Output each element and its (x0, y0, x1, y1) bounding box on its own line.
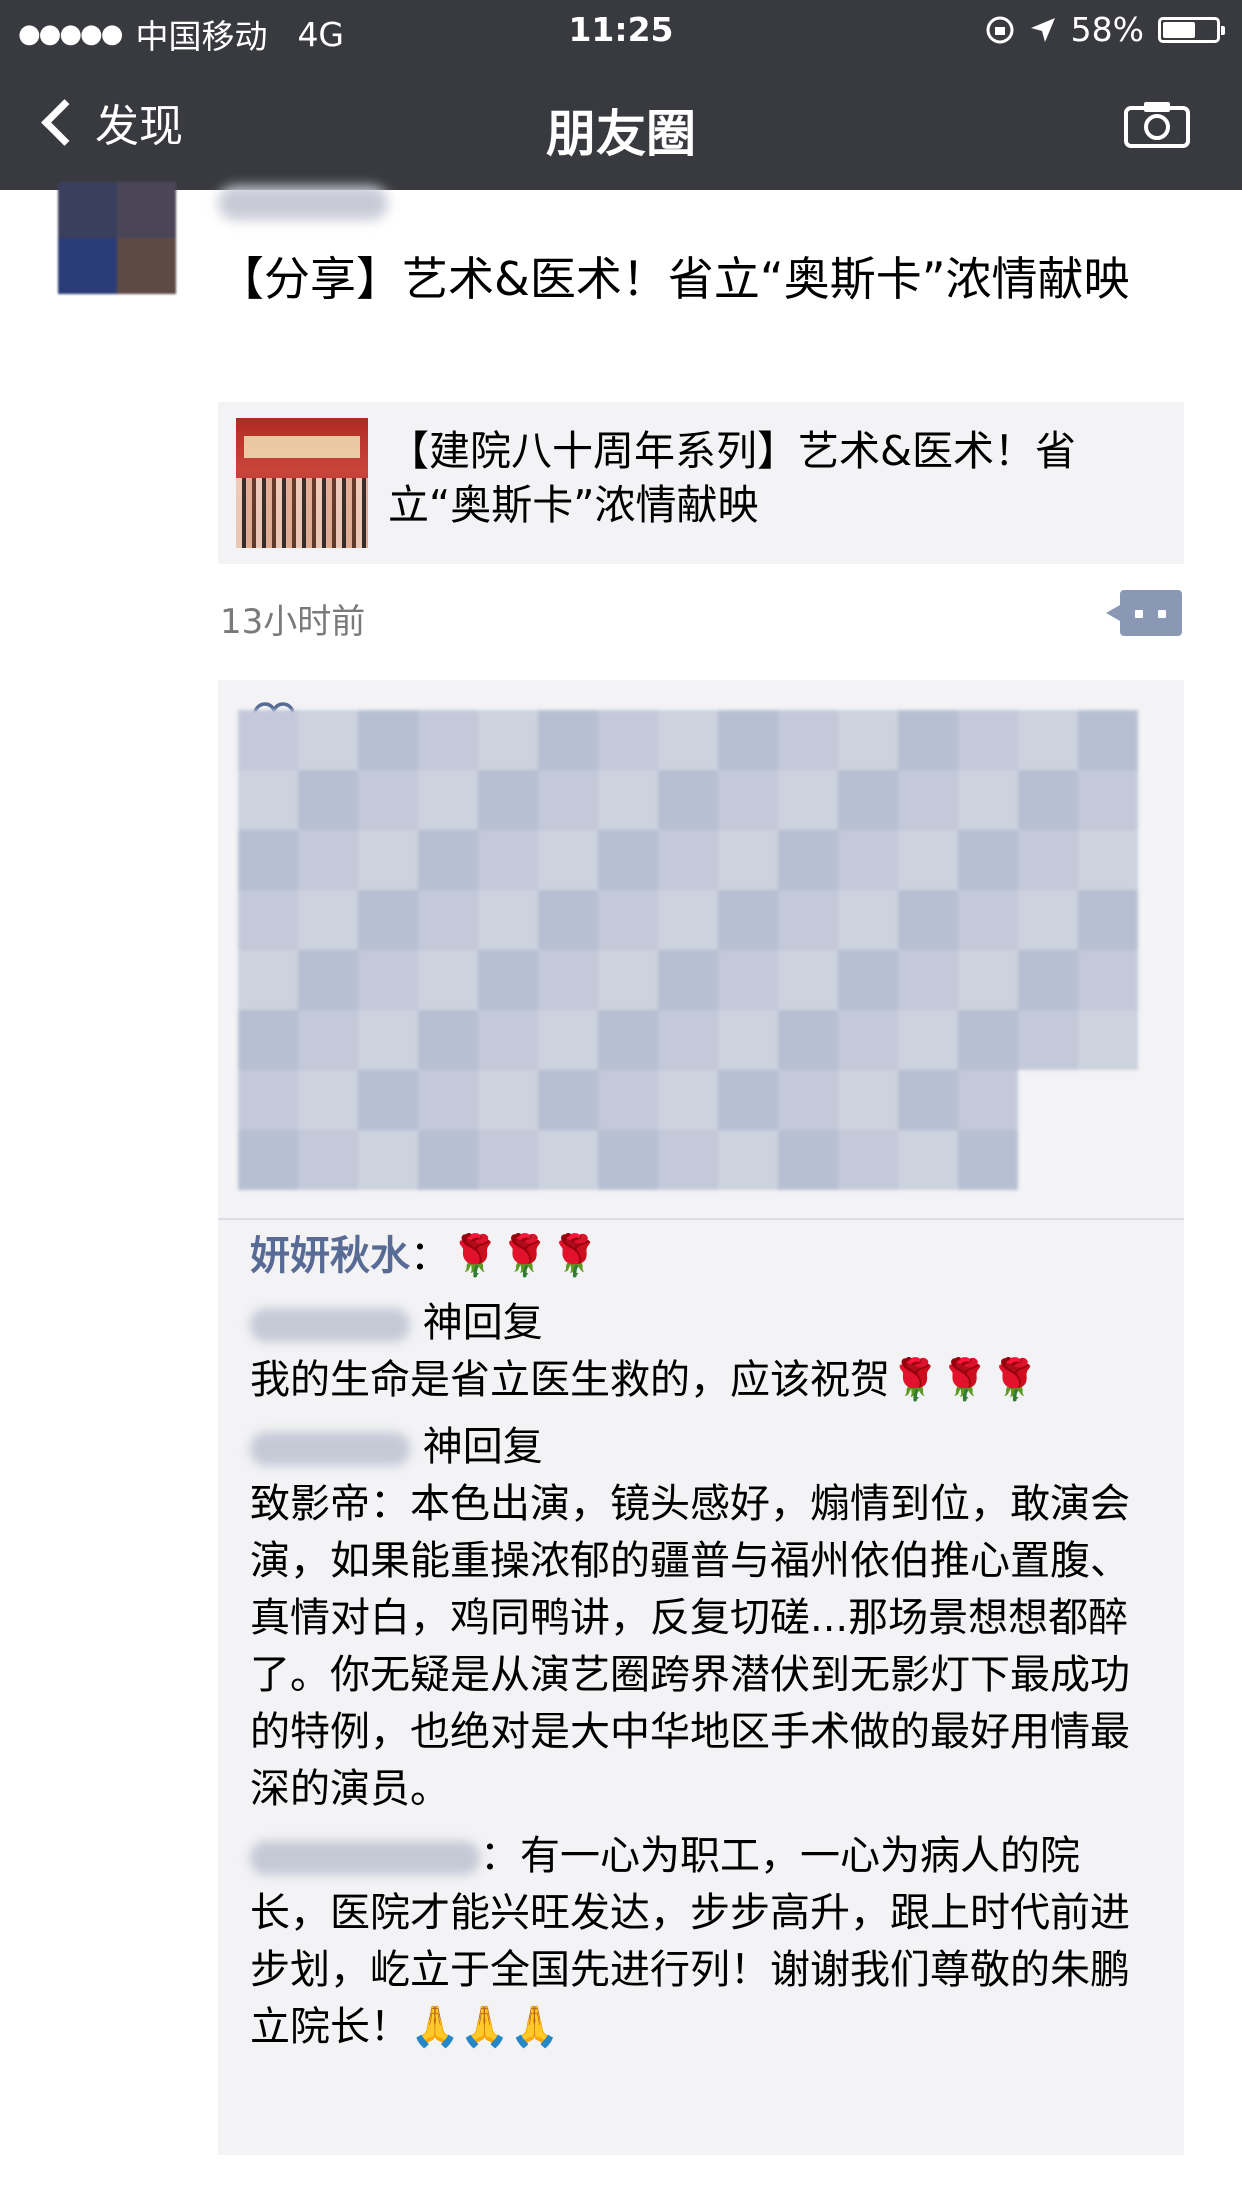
author-name-redacted[interactable] (218, 186, 388, 220)
link-thumbnail (236, 418, 368, 548)
comment-text: 致影帝：本色出演，镜头感好，煽情到位，敢演会演，如果能重操浓郁的疆普与福州依伯推… (250, 1481, 1130, 1812)
likes-list-redacted (238, 710, 1158, 1310)
top-bar: ●●●●● 中国移动 4G 11:25 58% 发现 朋友圈 (0, 0, 1242, 190)
avatar[interactable] (58, 182, 176, 294)
comment-list: 妍妍秋水：🌹🌹🌹 神回复 我的生命是省立医生救的，应该祝贺🌹🌹🌹 神回复 致影帝… (250, 1228, 1150, 2066)
comment-text: 我的生命是省立医生救的，应该祝贺🌹🌹🌹 (250, 1357, 1040, 1403)
navigation-bar: 发现 朋友圈 (0, 60, 1242, 190)
lock-rotation-icon (986, 16, 1014, 43)
post-text: 【分享】艺术&医术！省立“奥斯卡”浓情献映 (218, 252, 1130, 306)
comment-item[interactable]: 神回复 致影帝：本色出演，镜头感好，煽情到位，敢演会演，如果能重操浓郁的疆普与福… (250, 1419, 1150, 1818)
status-bar: ●●●●● 中国移动 4G 11:25 58% (0, 0, 1242, 60)
camera-icon[interactable] (1124, 100, 1190, 148)
nickname-redacted[interactable] (250, 1432, 410, 1466)
divider (218, 1218, 1184, 1220)
comment-more-icon[interactable] (1106, 590, 1182, 636)
comment-item[interactable]: 神回复 我的生命是省立医生救的，应该祝贺🌹🌹🌹 (250, 1295, 1150, 1409)
comment-item[interactable]: 妍妍秋水：🌹🌹🌹 (250, 1228, 1150, 1285)
post-timestamp: 13小时前 (220, 602, 366, 642)
link-title: 【建院八十周年系列】艺术&医术！省立“奥斯卡”浓情献映 (388, 427, 1076, 529)
location-arrow-icon (1030, 17, 1055, 42)
nickname-redacted[interactable] (250, 1308, 410, 1342)
comment-item[interactable]: ：有一心为职工，一心为病人的院长，医院才能兴旺发达，步步高升，跟上时代前进步划，… (250, 1828, 1150, 2056)
comment-header: 神回复 (422, 1424, 543, 1470)
page-title: 朋友圈 (546, 105, 696, 163)
battery-icon (1158, 16, 1225, 43)
battery-percent: 58% (1070, 10, 1144, 49)
nickname-redacted[interactable] (250, 1841, 480, 1875)
shared-link-card[interactable]: 【建院八十周年系列】艺术&医术！省立“奥斯卡”浓情献映 (218, 402, 1184, 564)
comment-nickname[interactable]: 妍妍秋水 (250, 1233, 410, 1279)
comments-area: 妍妍秋水：🌹🌹🌹 神回复 我的生命是省立医生救的，应该祝贺🌹🌹🌹 神回复 致影帝… (218, 680, 1184, 2155)
comment-header: 神回复 (422, 1300, 543, 1346)
comment-text: 🌹🌹🌹 (450, 1233, 600, 1279)
